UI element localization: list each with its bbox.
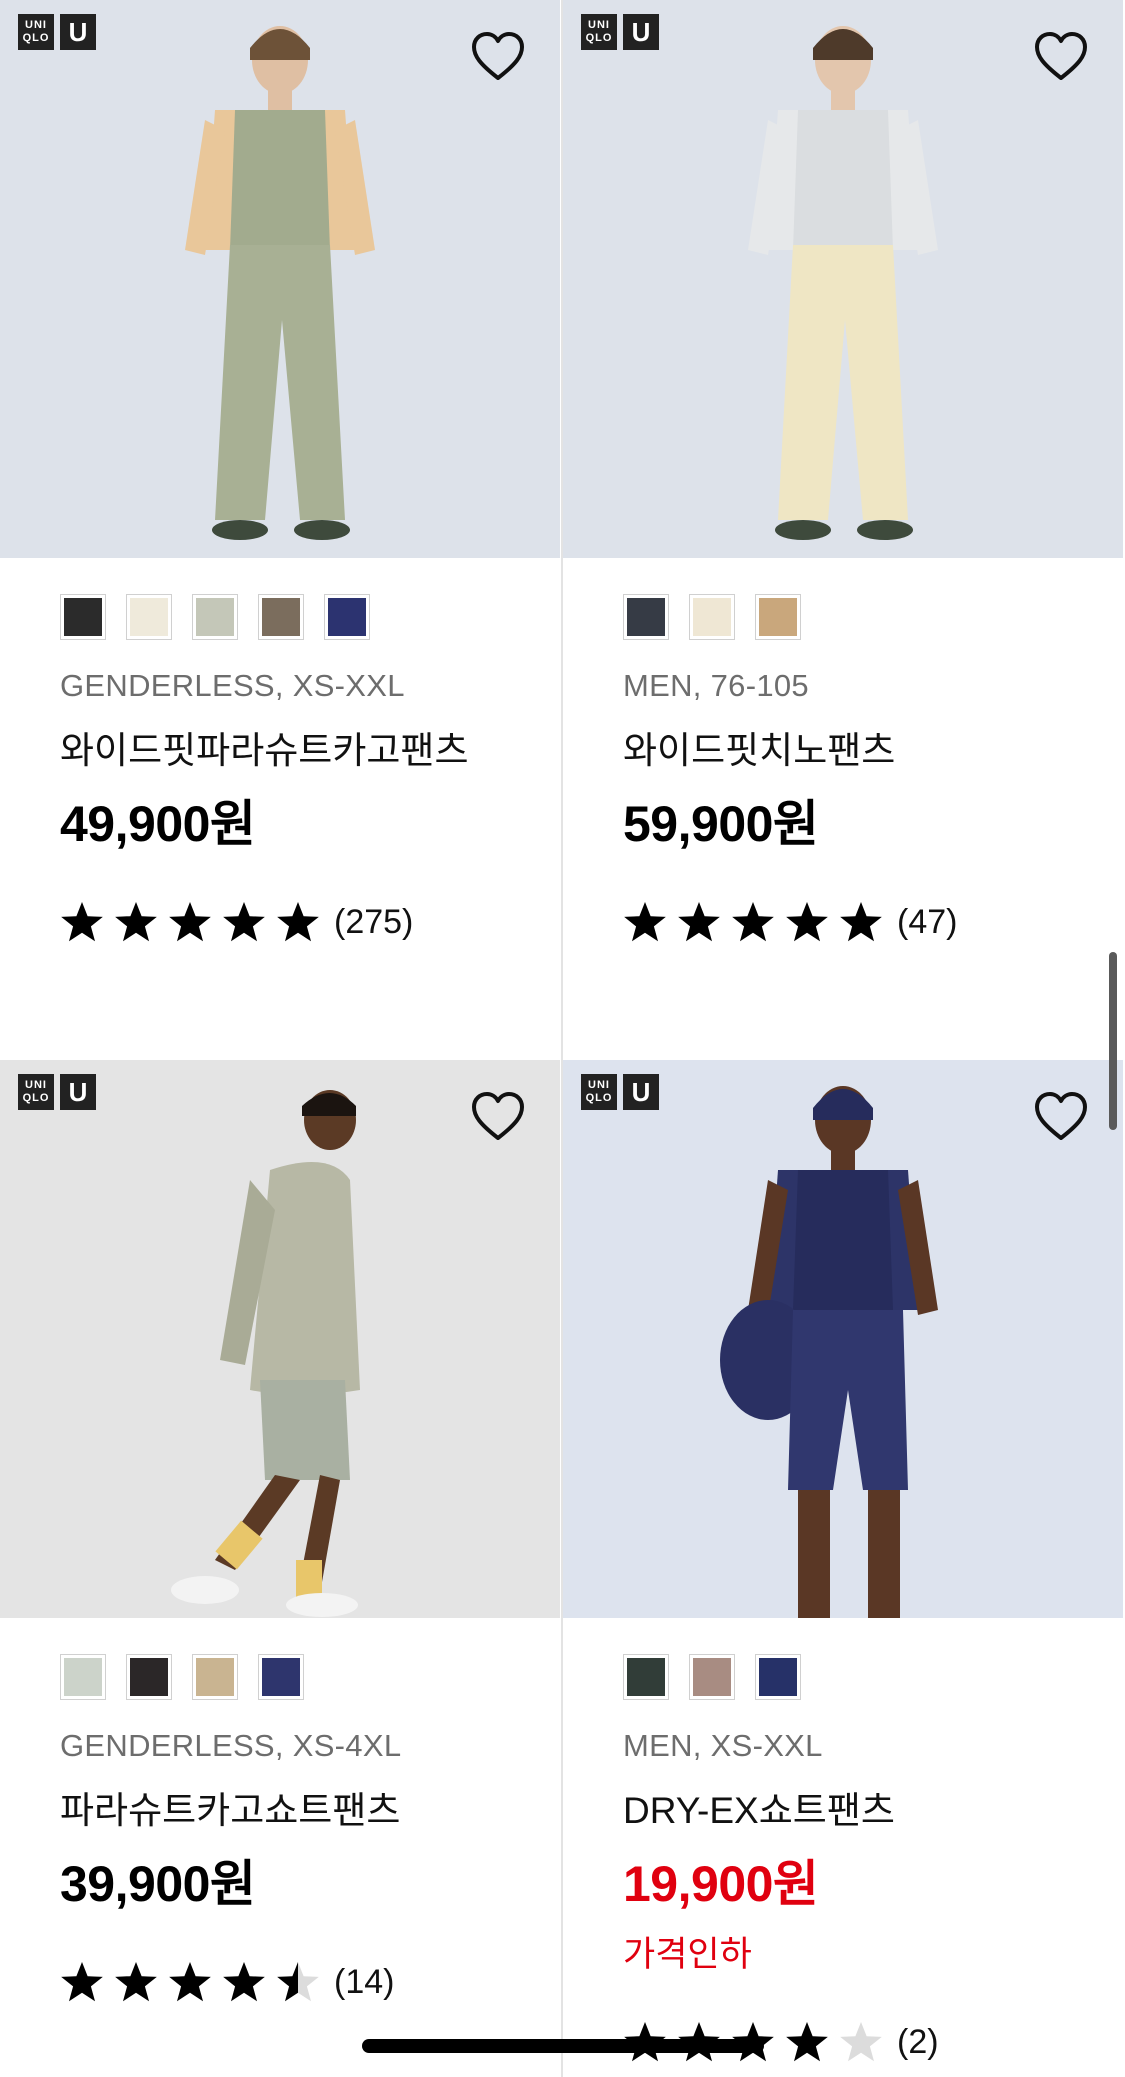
uniqlo-u-logo-icon: U	[60, 14, 96, 50]
model-figure	[563, 0, 1123, 558]
product-photo[interactable]	[0, 0, 560, 558]
rating-stars: (47)	[623, 900, 957, 944]
product-meta: MEN, XS-XXL	[623, 1728, 823, 1763]
product-card[interactable]: UNI QLO U GENDERLESS, XS-XXL 와이드핏파라슈트카고팬츠…	[0, 0, 560, 1060]
heart-icon[interactable]	[1033, 30, 1089, 82]
uniqlo-logo-icon: UNI QLO	[581, 1074, 617, 1110]
color-swatch[interactable]	[755, 1654, 801, 1700]
product-card[interactable]: UNI QLO U MEN, XS-XXL DRY-EX쇼트팬츠 19,900원 …	[563, 1060, 1123, 2077]
star-filled-icon	[786, 902, 828, 942]
color-swatch[interactable]	[258, 1654, 304, 1700]
model-figure	[563, 1060, 1123, 1618]
sale-label: 가격인하	[623, 1935, 752, 1974]
uniqlo-u-logo-icon: U	[60, 1074, 96, 1110]
color-swatch[interactable]	[755, 594, 801, 640]
color-swatches	[623, 594, 801, 640]
star-empty-icon	[840, 2022, 882, 2062]
product-card[interactable]: UNI QLO U MEN, 76-105 와이드핏치노팬츠 59,900원 (4…	[563, 0, 1123, 1060]
color-swatch[interactable]	[689, 1654, 735, 1700]
color-swatch[interactable]	[126, 594, 172, 640]
model-figure	[0, 0, 560, 558]
star-filled-icon	[169, 1962, 211, 2002]
brand-badges: UNI QLO U	[581, 1074, 659, 1110]
brand-badges: UNI QLO U	[18, 1074, 96, 1110]
product-meta: GENDERLESS, XS-XXL	[60, 668, 405, 703]
heart-icon[interactable]	[1033, 1090, 1089, 1142]
color-swatch[interactable]	[258, 594, 304, 640]
product-name[interactable]: 파라슈트카고쇼트팬츠	[60, 1780, 400, 1834]
heart-icon[interactable]	[470, 30, 526, 82]
uniqlo-u-logo-icon: U	[623, 1074, 659, 1110]
star-filled-icon	[277, 902, 319, 942]
review-count: (47)	[897, 902, 958, 941]
product-photo[interactable]	[563, 1060, 1123, 1618]
heart-icon[interactable]	[470, 1090, 526, 1142]
product-card[interactable]: UNI QLO U GENDERLESS, XS-4XL 파라슈트카고쇼트팬츠 3…	[0, 1060, 560, 2077]
home-indicator[interactable]	[362, 2039, 764, 2053]
scrollbar[interactable]	[1109, 952, 1117, 1130]
star-filled-icon	[61, 1962, 103, 2002]
star-filled-icon	[115, 902, 157, 942]
star-filled-icon	[678, 902, 720, 942]
star-filled-icon	[169, 902, 211, 942]
color-swatches	[60, 594, 370, 640]
color-swatches	[60, 1654, 304, 1700]
product-price: 59,900원	[623, 796, 819, 852]
product-grid: UNI QLO U GENDERLESS, XS-XXL 와이드핏파라슈트카고팬츠…	[0, 0, 1125, 2077]
product-name[interactable]: DRY-EX쇼트팬츠	[623, 1780, 895, 1834]
color-swatch[interactable]	[126, 1654, 172, 1700]
brand-badges: UNI QLO U	[18, 14, 96, 50]
color-swatch[interactable]	[192, 594, 238, 640]
product-price: 19,900원	[623, 1856, 819, 1912]
color-swatch[interactable]	[324, 594, 370, 640]
product-price: 49,900원	[60, 796, 256, 852]
review-count: (2)	[897, 2022, 939, 2061]
color-swatch[interactable]	[623, 594, 669, 640]
product-meta: GENDERLESS, XS-4XL	[60, 1728, 402, 1763]
star-filled-icon	[624, 902, 666, 942]
star-filled-icon	[786, 2022, 828, 2062]
uniqlo-logo-icon: UNI QLO	[18, 14, 54, 50]
color-swatch[interactable]	[192, 1654, 238, 1700]
rating-stars: (14)	[60, 1960, 394, 2004]
product-name[interactable]: 와이드핏파라슈트카고팬츠	[60, 720, 468, 774]
uniqlo-logo-icon: UNI QLO	[581, 14, 617, 50]
product-photo[interactable]	[0, 1060, 560, 1618]
brand-badges: UNI QLO U	[581, 14, 659, 50]
star-filled-icon	[223, 1962, 265, 2002]
product-name[interactable]: 와이드핏치노팬츠	[623, 720, 895, 774]
color-swatches	[623, 1654, 801, 1700]
star-filled-icon	[115, 1962, 157, 2002]
uniqlo-u-logo-icon: U	[623, 14, 659, 50]
product-meta: MEN, 76-105	[623, 668, 809, 703]
star-filled-icon	[732, 902, 774, 942]
uniqlo-logo-icon: UNI QLO	[18, 1074, 54, 1110]
review-count: (275)	[334, 902, 414, 941]
star-filled-icon	[61, 902, 103, 942]
star-half-icon	[277, 1962, 319, 2002]
product-price: 39,900원	[60, 1856, 256, 1912]
model-figure	[0, 1060, 560, 1618]
star-filled-icon	[840, 902, 882, 942]
review-count: (14)	[334, 1962, 395, 2001]
color-swatch[interactable]	[60, 1654, 106, 1700]
color-swatch[interactable]	[689, 594, 735, 640]
color-swatch[interactable]	[60, 594, 106, 640]
product-photo[interactable]	[563, 0, 1123, 558]
rating-stars: (275)	[60, 900, 413, 944]
star-filled-icon	[223, 902, 265, 942]
color-swatch[interactable]	[623, 1654, 669, 1700]
